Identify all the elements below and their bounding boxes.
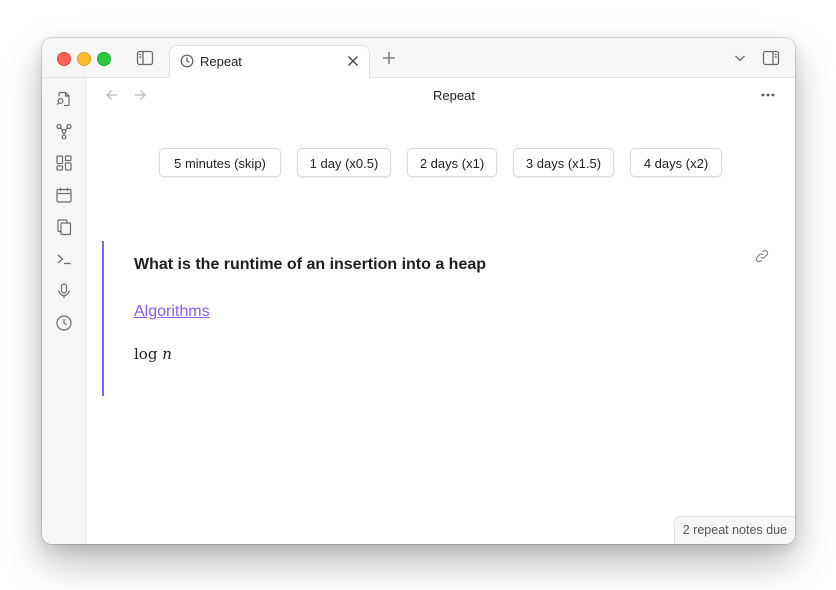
schedule-5-minutes-button[interactable]: 5 minutes (skip) xyxy=(159,148,281,177)
answer-variable: n xyxy=(162,345,172,363)
more-options-icon[interactable] xyxy=(759,87,777,103)
microphone-icon[interactable] xyxy=(55,282,73,300)
graph-view-icon[interactable] xyxy=(55,122,73,140)
minimize-window-button[interactable] xyxy=(77,52,91,66)
view-header-title: Repeat xyxy=(433,88,475,103)
note-accent-bar xyxy=(102,241,104,396)
internal-link-algorithms[interactable]: Algorithms xyxy=(134,303,210,321)
note-question: What is the runtime of an insertion into… xyxy=(134,256,487,273)
note-answer: log n xyxy=(134,345,172,363)
tab-title: Repeat xyxy=(200,54,242,69)
link-icon[interactable] xyxy=(754,248,770,264)
tab-repeat[interactable]: Repeat xyxy=(169,45,370,78)
schedule-2-days-button[interactable]: 2 days (x1) xyxy=(407,148,497,177)
status-bar-repeat-due[interactable]: 2 repeat notes due xyxy=(673,516,795,544)
close-window-button[interactable] xyxy=(57,52,71,66)
command-palette-terminal-icon[interactable] xyxy=(55,250,73,268)
repeat-view: Repeat 5 minutes (skip) 1 day (x0.5) 2 d… xyxy=(86,78,795,544)
daily-note-calendar-icon[interactable] xyxy=(55,186,73,204)
zoom-window-button[interactable] xyxy=(97,52,111,66)
left-sidebar-toggle-icon[interactable] xyxy=(136,49,154,67)
title-bar: Repeat xyxy=(42,38,795,78)
schedule-3-days-button[interactable]: 3 days (x1.5) xyxy=(513,148,614,177)
schedule-4-days-button[interactable]: 4 days (x2) xyxy=(630,148,722,177)
tab-list-chevron-down-icon[interactable] xyxy=(731,49,749,67)
right-sidebar-toggle-icon[interactable] xyxy=(762,49,780,67)
templates-copy-icon[interactable] xyxy=(55,218,73,236)
clock-icon xyxy=(180,54,194,68)
open-quick-switcher-icon[interactable] xyxy=(55,90,73,108)
new-tab-icon[interactable] xyxy=(380,49,398,67)
answer-function: log xyxy=(134,345,158,363)
close-tab-icon[interactable] xyxy=(346,54,360,68)
canvas-icon[interactable] xyxy=(55,154,73,172)
left-ribbon xyxy=(42,78,86,544)
app-window: Repeat Repeat 5 minutes (skip) 1 day (x0… xyxy=(42,38,795,544)
schedule-1-day-button[interactable]: 1 day (x0.5) xyxy=(297,148,391,177)
repeat-clock-icon[interactable] xyxy=(55,314,73,332)
